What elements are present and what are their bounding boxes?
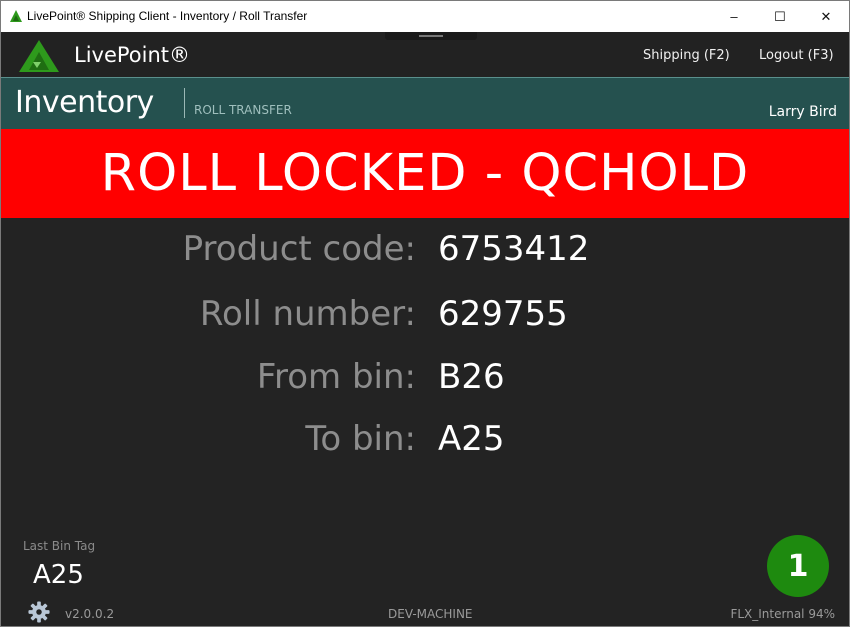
app-logo-icon <box>10 10 22 22</box>
module-title: Inventory <box>15 85 154 120</box>
status-banner-text: ROLL LOCKED - QCHOLD <box>100 144 750 203</box>
machine-name: DEV-MACHINE <box>388 607 473 621</box>
livepoint-logo-icon <box>19 40 59 72</box>
to-bin-value: A25 <box>438 419 505 459</box>
from-bin-value: B26 <box>438 357 505 397</box>
roll-number-label: Roll number: <box>199 294 416 334</box>
app-version: v2.0.0.2 <box>65 607 115 621</box>
product-code-label: Product code: <box>182 229 416 269</box>
connection-status: FLX_Internal 94% <box>730 607 835 621</box>
module-header: Inventory ROLL TRANSFER Larry Bird <box>1 77 849 129</box>
from-bin-label: From bin: <box>256 357 416 397</box>
title-bar: LivePoint® Shipping Client - Inventory /… <box>1 1 849 32</box>
last-bin-tag-value: A25 <box>33 560 84 590</box>
minimize-button[interactable]: – <box>711 1 757 32</box>
drag-handle[interactable] <box>385 32 477 40</box>
last-bin-tag-label: Last Bin Tag <box>23 539 96 553</box>
window-title: LivePoint® Shipping Client - Inventory /… <box>27 9 308 23</box>
roll-number-value: 629755 <box>438 294 568 334</box>
detail-row-product-code: Product code: 6753412 <box>1 229 849 279</box>
gear-icon[interactable] <box>28 601 50 623</box>
maximize-button[interactable]: ☐ <box>757 1 803 32</box>
brand-name: LivePoint® <box>74 43 191 67</box>
detail-row-roll-number: Roll number: 629755 <box>1 294 849 344</box>
detail-row-to-bin: To bin: A25 <box>1 419 849 469</box>
module-divider <box>184 88 185 118</box>
close-button[interactable]: ✕ <box>803 1 849 32</box>
detail-row-from-bin: From bin: B26 <box>1 357 849 407</box>
product-code-value: 6753412 <box>438 229 590 269</box>
app-window: LivePoint® Shipping Client - Inventory /… <box>0 0 850 627</box>
notification-badge[interactable]: 1 <box>767 535 829 597</box>
user-name: Larry Bird <box>768 104 837 120</box>
status-banner: ROLL LOCKED - QCHOLD <box>1 129 849 218</box>
shipping-link[interactable]: Shipping (F2) <box>643 48 730 63</box>
to-bin-label: To bin: <box>305 419 416 459</box>
module-subtitle: ROLL TRANSFER <box>194 103 292 117</box>
app-header: LivePoint® Shipping (F2) Logout (F3) <box>1 32 849 77</box>
logout-link[interactable]: Logout (F3) <box>759 48 834 63</box>
